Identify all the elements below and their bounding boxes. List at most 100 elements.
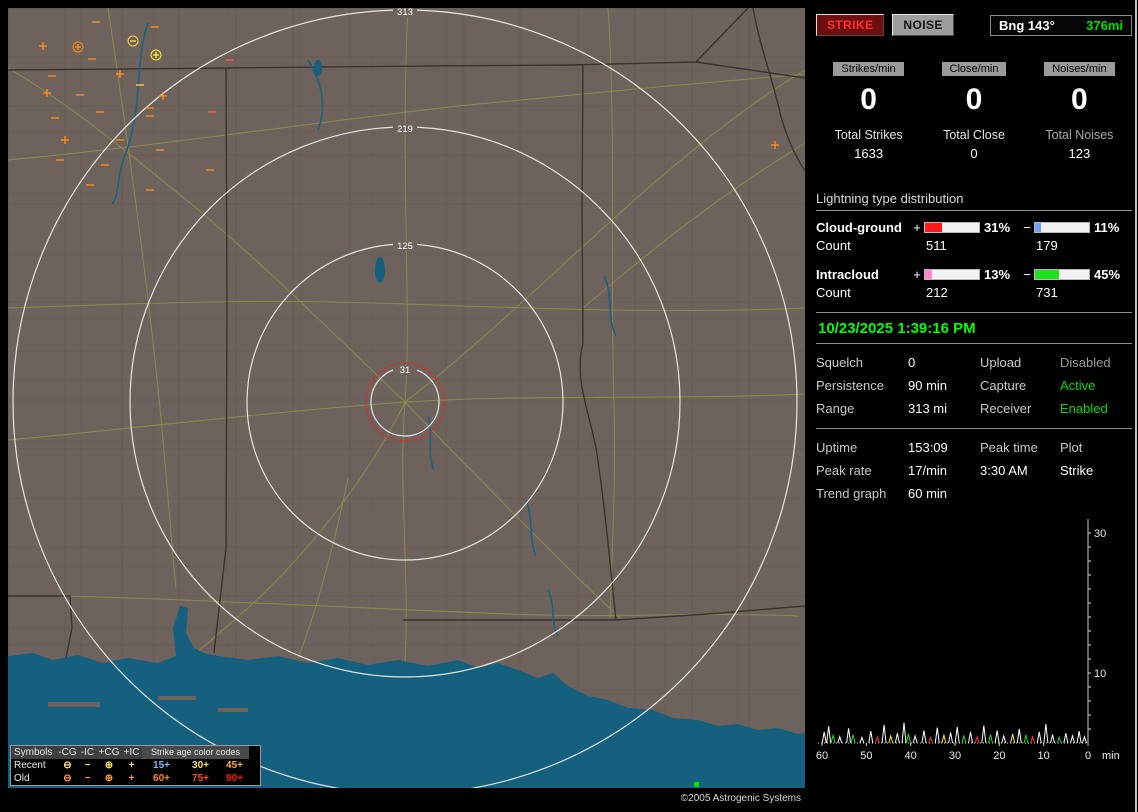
total-close-label: Total Close (943, 128, 1005, 142)
count-label: Count (816, 285, 851, 300)
svg-text:30: 30 (1094, 528, 1106, 540)
svg-text:20: 20 (993, 750, 1005, 762)
age-60: 60+ (153, 773, 170, 784)
plus-sign: + (913, 220, 921, 235)
recent-cg-minus-icon: ⊖ (63, 760, 72, 771)
old-label: Old (14, 773, 30, 784)
squelch-label: Squelch (816, 355, 863, 370)
plot-value: Strike (1060, 463, 1094, 478)
strikes-per-min-column: Strikes/min 0 Total Strikes 1633 (816, 62, 921, 161)
legend-col-pos-cg: +CG (97, 746, 121, 759)
receiver-label: Receiver (980, 401, 1032, 416)
peak-rate-label: Peak rate (816, 463, 872, 478)
cg-plus-count: 511 (926, 238, 947, 253)
legend-header-row: Symbols -CG -IC +CG +IC Strike age color… (11, 746, 260, 759)
uptime-value: 153:09 (908, 440, 948, 455)
trend-graph: 30 10 60 50 40 30 20 10 0 min (816, 519, 1120, 762)
datetime: 10/23/2025 1:39:16 PM (818, 320, 976, 337)
legend-symbols-title: Symbols (11, 746, 57, 759)
recent-ic-minus-icon: − (84, 760, 91, 771)
bearing-value: Bng 143° (999, 17, 1055, 33)
peak-rate-value: 17/min (908, 463, 948, 478)
window-edge (1135, 0, 1137, 812)
status-grid: Uptime 153:09 Peak time Plot Peak rate 1… (816, 440, 1132, 501)
distribution-title: Lightning type distribution (816, 191, 1132, 211)
upload-label: Upload (980, 355, 1022, 370)
ic-plus-percent: 13% (984, 267, 1011, 282)
age-90: 90+ (226, 773, 243, 784)
legend-col-neg-cg: -CG (57, 746, 78, 759)
total-strikes-value: 1633 (854, 146, 884, 161)
age-15: 15+ (153, 760, 170, 771)
age-75: 75+ (192, 773, 209, 784)
map-panel[interactable]: 313 219 125 31 Symbols -CG -IC +CG +IC Stri… (8, 8, 805, 788)
lightning-map[interactable]: 313 219 125 31 (8, 8, 805, 788)
total-noises-value: 123 (1068, 146, 1091, 161)
ic-minus-count: 731 (1036, 285, 1058, 300)
legend-old-row: Old ⊖ − ⊕ + 60+ 75+ 90+ (11, 772, 260, 785)
total-strikes-label: Total Strikes (834, 128, 903, 142)
intracloud-label: Intracloud (816, 267, 879, 282)
divider (816, 343, 1132, 344)
plot-label: Plot (1060, 440, 1083, 455)
legend-col-pos-ic: +IC (121, 746, 142, 759)
divider (816, 428, 1132, 429)
svg-text:60: 60 (816, 750, 828, 762)
old-cg-minus-icon: ⊖ (63, 773, 72, 784)
close-per-min-column: Close/min 0 Total Close 0 (921, 62, 1026, 161)
recent-cg-plus-icon: ⊕ (104, 760, 114, 771)
noises-per-min-chip: Noises/min (1044, 62, 1115, 76)
svg-text:10: 10 (1038, 750, 1050, 762)
peak-time-value: 3:30 AM (980, 463, 1028, 478)
range-value: 313 mi (908, 401, 948, 416)
plus-sign: + (913, 267, 921, 282)
age-30: 30+ (192, 760, 209, 771)
range-label: Range (816, 401, 855, 416)
svg-text:30: 30 (949, 750, 961, 762)
cg-plus-bar (924, 222, 980, 233)
noise-mode-button[interactable]: NOISE (892, 14, 954, 36)
count-label: Count (816, 238, 851, 253)
svg-text:219: 219 (397, 124, 413, 135)
svg-text:313: 313 (397, 8, 413, 18)
svg-text:40: 40 (905, 750, 917, 762)
strikes-per-min-value: 0 (860, 83, 877, 116)
recent-label: Recent (14, 760, 46, 771)
sidebar: STRIKE NOISE Bng 143° 376mi Strikes/min … (816, 8, 1132, 808)
strike-legend: Symbols -CG -IC +CG +IC Strike age color… (10, 745, 261, 786)
upload-value: Disabled (1060, 355, 1111, 370)
close-per-min-chip: Close/min (941, 62, 1007, 76)
uptime-label: Uptime (816, 440, 858, 455)
noises-per-min-column: Noises/min 0 Total Noises 123 (1027, 62, 1132, 161)
settings-grid: Squelch 0 Upload Disabled Persistence 90… (816, 355, 1132, 416)
svg-text:0: 0 (1085, 750, 1091, 762)
peak-time-label: Peak time (980, 440, 1038, 455)
svg-text:50: 50 (860, 750, 872, 762)
cg-minus-bar (1034, 222, 1090, 233)
strikes-per-min-chip: Strikes/min (833, 62, 904, 76)
rates-row: Strikes/min 0 Total Strikes 1633 Close/m… (816, 62, 1132, 161)
total-close-value: 0 (970, 146, 978, 161)
intracloud-count-row: Count 212 731 (816, 285, 1132, 300)
squelch-value: 0 (908, 355, 916, 370)
cloud-ground-row: Cloud-ground + 31% − 11% (816, 220, 1132, 235)
ic-plus-bar (924, 269, 980, 280)
persistence-value: 90 min (908, 378, 948, 393)
strike-mode-button[interactable]: STRIKE (816, 14, 885, 36)
bearing-box: Bng 143° 376mi (990, 14, 1132, 36)
receiver-value: Enabled (1060, 401, 1108, 416)
old-ic-minus-icon: − (84, 773, 91, 784)
svg-text:10: 10 (1094, 668, 1106, 680)
cloud-ground-count-row: Count 511 179 (816, 238, 1132, 253)
bearing-distance: 376mi (1086, 17, 1123, 33)
ic-plus-count: 212 (926, 285, 948, 300)
intracloud-row: Intracloud + 13% − 45% (816, 267, 1132, 282)
trend-window-value: 60 min (908, 486, 948, 501)
cg-minus-count: 179 (1036, 238, 1058, 253)
ic-minus-bar (1034, 269, 1090, 280)
map-copyright: ©2005 Astrogenic Systems (680, 793, 801, 804)
old-cg-plus-icon: ⊕ (104, 773, 114, 784)
trend-graph-label: Trend graph (816, 486, 887, 501)
legend-col-neg-ic: -IC (78, 746, 97, 759)
close-per-min-value: 0 (965, 83, 983, 116)
